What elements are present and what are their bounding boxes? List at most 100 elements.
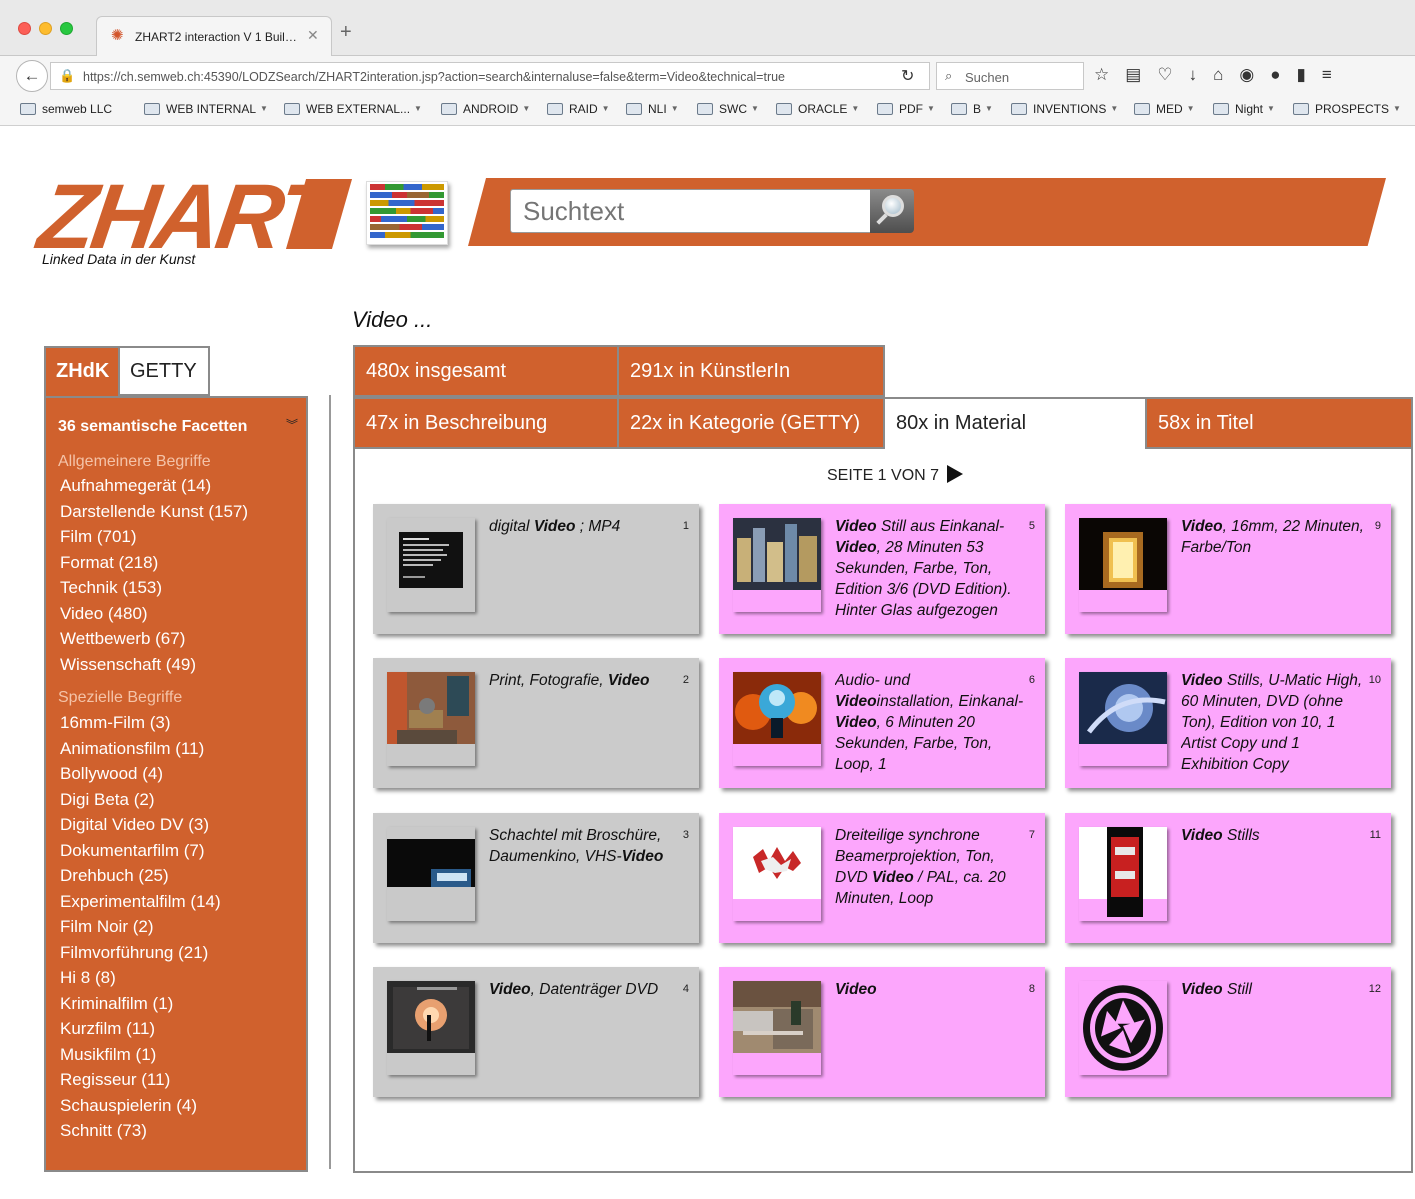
- facet-item[interactable]: Dokumentarfilm (7): [60, 841, 205, 861]
- result-thumbnail[interactable]: [387, 672, 475, 766]
- tab-zhdk[interactable]: ZHdK: [44, 346, 120, 396]
- bookmark-folder[interactable]: INVENTIONS ▼: [1011, 102, 1118, 116]
- tab-getty[interactable]: GETTY: [120, 346, 210, 396]
- result-description[interactable]: Video Still aus Einkanal-Video, 28 Minut…: [835, 516, 1025, 621]
- facet-item[interactable]: Digi Beta (2): [60, 790, 154, 810]
- download-icon[interactable]: ↓: [1189, 65, 1214, 84]
- collapse-icon[interactable]: ︾: [286, 416, 298, 433]
- address-bar[interactable]: 🔒 https://ch.semweb.ch:45390/LODZSearch/…: [50, 62, 930, 90]
- result-thumbnail[interactable]: [733, 981, 821, 1075]
- facet-item[interactable]: Hi 8 (8): [60, 968, 116, 988]
- close-tab-icon[interactable]: ✕: [307, 27, 319, 44]
- result-description[interactable]: Audio- und Videoinstallation, Einkanal-V…: [835, 670, 1025, 775]
- result-card[interactable]: Schachtel mit Broschüre, Daumenkino, VHS…: [373, 813, 699, 943]
- facet-item[interactable]: Wettbewerb (67): [60, 629, 185, 649]
- new-tab-button[interactable]: +: [340, 22, 352, 42]
- result-thumbnail[interactable]: [1079, 827, 1167, 921]
- facet-item[interactable]: Bollywood (4): [60, 764, 163, 784]
- extension-icon[interactable]: ●: [1270, 65, 1296, 84]
- bookmark-folder[interactable]: MED ▼: [1134, 102, 1195, 116]
- facet-item[interactable]: Film Noir (2): [60, 917, 154, 937]
- result-thumbnail[interactable]: [387, 518, 475, 612]
- facet-item[interactable]: Schauspielerin (4): [60, 1096, 197, 1116]
- bookmark-folder[interactable]: B ▼: [951, 102, 993, 116]
- reload-icon[interactable]: ↻: [901, 66, 914, 86]
- tab-category-getty[interactable]: 22x in Kategorie (GETTY): [617, 397, 885, 449]
- result-description[interactable]: Video Stills: [1181, 825, 1371, 846]
- facet-item[interactable]: Aufnahmegerät (14): [60, 476, 211, 496]
- result-card[interactable]: Video Still 12: [1065, 967, 1391, 1097]
- bookmark-folder[interactable]: ANDROID ▼: [441, 102, 530, 116]
- search-button[interactable]: [870, 189, 914, 233]
- minimize-window-button[interactable]: [39, 22, 52, 35]
- bookmark-folder[interactable]: RAID ▼: [547, 102, 610, 116]
- facet-item[interactable]: Video (480): [60, 604, 148, 624]
- result-thumbnail[interactable]: [1079, 981, 1167, 1075]
- facet-item[interactable]: Drehbuch (25): [60, 866, 169, 886]
- result-description[interactable]: Video, 16mm, 22 Minuten, Farbe/Ton: [1181, 516, 1371, 558]
- result-card[interactable]: digital Video ; MP4 1: [373, 504, 699, 634]
- bookmark-folder[interactable]: SWC ▼: [697, 102, 759, 116]
- bookmark-folder[interactable]: NLI ▼: [626, 102, 679, 116]
- result-card[interactable]: Video, Datenträger DVD 4: [373, 967, 699, 1097]
- facet-item[interactable]: Animationsfilm (11): [60, 739, 204, 759]
- result-thumbnail[interactable]: [733, 672, 821, 766]
- result-card[interactable]: Video 8: [719, 967, 1045, 1097]
- search-input[interactable]: [510, 189, 872, 233]
- result-description[interactable]: Video Still: [1181, 979, 1371, 1000]
- result-thumbnail[interactable]: [733, 518, 821, 612]
- facet-item[interactable]: Musikfilm (1): [60, 1045, 156, 1065]
- facet-item[interactable]: Film (701): [60, 527, 137, 547]
- bookmark-star-icon[interactable]: ☆: [1094, 65, 1125, 84]
- tab-total[interactable]: 480x insgesamt: [353, 345, 619, 397]
- zoom-window-button[interactable]: [60, 22, 73, 35]
- next-page-arrow-icon[interactable]: [947, 465, 964, 483]
- close-window-button[interactable]: [18, 22, 31, 35]
- result-description[interactable]: Schachtel mit Broschüre, Daumenkino, VHS…: [489, 825, 679, 867]
- facet-item[interactable]: Format (218): [60, 553, 158, 573]
- result-card[interactable]: Video Stills 11: [1065, 813, 1391, 943]
- result-description[interactable]: Dreiteilige synchrone Beamerprojektion, …: [835, 825, 1025, 909]
- menu-icon[interactable]: ≡: [1322, 65, 1348, 84]
- facet-item[interactable]: Wissenschaft (49): [60, 655, 196, 675]
- facet-item[interactable]: Regisseur (11): [60, 1070, 170, 1090]
- result-thumbnail[interactable]: [387, 827, 475, 921]
- result-card[interactable]: Audio- und Videoinstallation, Einkanal-V…: [719, 658, 1045, 788]
- tab-description[interactable]: 47x in Beschreibung: [353, 397, 619, 449]
- result-card[interactable]: Print, Fotografie, Video 2: [373, 658, 699, 788]
- bookmark-folder[interactable]: PROSPECTS ▼: [1293, 102, 1401, 116]
- bookmark-folder[interactable]: Night ▼: [1213, 102, 1275, 116]
- facet-item[interactable]: Filmvorführung (21): [60, 943, 208, 963]
- result-description[interactable]: Video Stills, U-Matic High, 60 Minuten, …: [1181, 670, 1371, 775]
- result-description[interactable]: Video: [835, 979, 1025, 1000]
- tab-material[interactable]: 80x in Material: [883, 397, 1147, 449]
- back-button[interactable]: ←: [16, 60, 48, 92]
- result-thumbnail[interactable]: [1079, 518, 1167, 612]
- tab-title[interactable]: 58x in Titel: [1145, 397, 1413, 449]
- result-thumbnail[interactable]: [733, 827, 821, 921]
- chat-icon[interactable]: ◉: [1239, 65, 1270, 84]
- result-thumbnail[interactable]: [1079, 672, 1167, 766]
- pocket-icon[interactable]: ♡: [1157, 65, 1188, 84]
- bookmark-folder[interactable]: PDF ▼: [877, 102, 935, 116]
- result-description[interactable]: Video, Datenträger DVD: [489, 979, 679, 1000]
- battery-icon[interactable]: ▮: [1296, 65, 1321, 84]
- bookmark-folder[interactable]: WEB EXTERNAL... ▼: [284, 102, 422, 116]
- facet-item[interactable]: Darstellende Kunst (157): [60, 502, 248, 522]
- bookmark-folder[interactable]: WEB INTERNAL ▼: [144, 102, 268, 116]
- bookmark-folder[interactable]: semweb LLC: [20, 102, 112, 116]
- facet-item[interactable]: Digital Video DV (3): [60, 815, 209, 835]
- result-card[interactable]: Video, 16mm, 22 Minuten, Farbe/Ton 9: [1065, 504, 1391, 634]
- result-description[interactable]: digital Video ; MP4: [489, 516, 679, 537]
- facet-item[interactable]: Technik (153): [60, 578, 162, 598]
- reading-list-icon[interactable]: ▤: [1125, 65, 1157, 84]
- facet-item[interactable]: Kurzfilm (11): [60, 1019, 155, 1039]
- word-cloud-thumbnail[interactable]: [366, 181, 448, 245]
- facet-item[interactable]: Experimentalfilm (14): [60, 892, 221, 912]
- result-card[interactable]: Video Stills, U-Matic High, 60 Minuten, …: [1065, 658, 1391, 788]
- facet-item[interactable]: Kriminalfilm (1): [60, 994, 173, 1014]
- home-icon[interactable]: ⌂: [1213, 65, 1239, 84]
- browser-search-input[interactable]: ⌕ Suchen: [936, 62, 1084, 90]
- tab-artist[interactable]: 291x in KünstlerIn: [617, 345, 885, 397]
- result-description[interactable]: Print, Fotografie, Video: [489, 670, 679, 691]
